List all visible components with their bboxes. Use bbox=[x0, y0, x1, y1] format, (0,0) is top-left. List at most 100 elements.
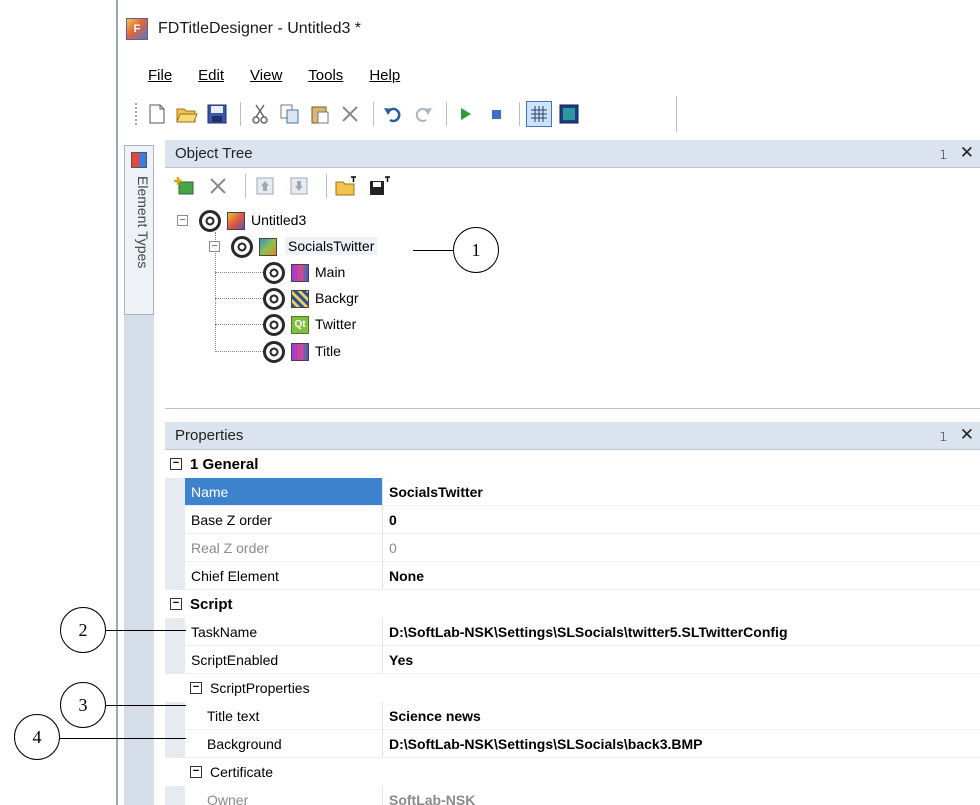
menu-file[interactable]: File bbox=[148, 67, 172, 84]
export-icon[interactable] bbox=[367, 173, 393, 199]
visibility-eye-icon[interactable] bbox=[263, 262, 285, 284]
main-toolbar bbox=[132, 96, 677, 132]
collapse-icon[interactable]: − bbox=[170, 598, 182, 610]
property-base-z-order[interactable]: Base Z order 0 bbox=[165, 506, 980, 534]
menu-help[interactable]: Help bbox=[369, 67, 400, 84]
property-real-z-order: Real Z order 0 bbox=[165, 534, 980, 562]
tree-node-socialstwitter[interactable]: SocialsTwitter bbox=[285, 237, 378, 255]
visibility-eye-icon[interactable] bbox=[263, 288, 285, 310]
collapse-toggle[interactable]: − bbox=[209, 241, 220, 252]
visibility-eye-icon[interactable] bbox=[263, 314, 285, 336]
row-gutter bbox=[165, 786, 185, 805]
toolbar-separator bbox=[245, 174, 246, 198]
property-background[interactable]: Background D:\SoftLab-NSK\Settings\SLSoc… bbox=[165, 730, 980, 758]
tree-node-untitled3[interactable]: Untitled3 bbox=[251, 212, 306, 228]
visibility-eye-icon[interactable] bbox=[199, 210, 221, 232]
object-tree-toolbar bbox=[165, 168, 980, 204]
tree-node-main[interactable]: Main bbox=[315, 264, 345, 280]
property-scriptenabled[interactable]: ScriptEnabled Yes bbox=[165, 646, 980, 674]
toolbar-grip-icon[interactable] bbox=[134, 102, 138, 126]
preview-icon[interactable] bbox=[556, 101, 582, 127]
save-icon[interactable] bbox=[204, 101, 230, 127]
property-name[interactable]: Name SocialsTwitter bbox=[165, 478, 980, 506]
property-value[interactable]: 0 bbox=[383, 506, 980, 534]
tree-node-title[interactable]: Title bbox=[315, 343, 341, 359]
project-icon bbox=[227, 212, 245, 230]
tree-node-twitter[interactable]: Twitter bbox=[315, 316, 356, 332]
property-title-text[interactable]: Title text Science news bbox=[165, 702, 980, 730]
side-rail bbox=[124, 315, 154, 805]
collapse-toggle[interactable]: − bbox=[177, 215, 188, 226]
new-icon[interactable] bbox=[144, 101, 170, 127]
property-value[interactable]: D:\SoftLab-NSK\Settings\SLSocials\twitte… bbox=[383, 618, 980, 646]
callout-1: 1 bbox=[453, 227, 499, 273]
add-element-icon[interactable] bbox=[171, 173, 197, 199]
tree-connector bbox=[215, 298, 263, 299]
collapse-icon[interactable]: − bbox=[170, 458, 182, 470]
callout-1-leader bbox=[413, 250, 453, 251]
stop-icon[interactable] bbox=[483, 101, 509, 127]
element-types-tab[interactable]: Element Types bbox=[124, 145, 154, 315]
grid-icon[interactable] bbox=[526, 101, 552, 127]
row-gutter bbox=[165, 506, 185, 534]
menu-tools[interactable]: Tools bbox=[308, 67, 343, 84]
menu-edit[interactable]: Edit bbox=[198, 67, 224, 84]
property-chief-element[interactable]: Chief Element None bbox=[165, 562, 980, 590]
visibility-eye-icon[interactable] bbox=[263, 341, 285, 363]
text-element-icon bbox=[291, 264, 309, 282]
property-label: Background bbox=[185, 730, 383, 758]
window-border bbox=[116, 0, 118, 805]
properties-header: Properties 𝟷 ✕ bbox=[165, 422, 980, 450]
row-gutter bbox=[165, 478, 185, 506]
close-icon[interactable]: ✕ bbox=[960, 425, 974, 445]
property-value[interactable]: SocialsTwitter bbox=[383, 478, 980, 506]
cut-icon[interactable] bbox=[247, 101, 273, 127]
tree-node-backgr[interactable]: Backgr bbox=[315, 290, 359, 306]
callout-3-leader bbox=[106, 705, 186, 706]
play-icon[interactable] bbox=[453, 101, 479, 127]
move-up-icon[interactable] bbox=[252, 173, 278, 199]
twitter-element-icon: Qt bbox=[291, 316, 309, 334]
move-down-icon[interactable] bbox=[286, 173, 312, 199]
property-value[interactable]: D:\SoftLab-NSK\Settings\SLSocials\back3.… bbox=[383, 730, 980, 758]
open-icon[interactable] bbox=[174, 101, 200, 127]
redo-icon[interactable] bbox=[410, 101, 436, 127]
close-icon[interactable]: ✕ bbox=[960, 143, 974, 163]
delete-icon[interactable] bbox=[337, 101, 363, 127]
toolbar-separator bbox=[446, 102, 447, 126]
toolbar-separator bbox=[373, 102, 374, 126]
import-icon[interactable] bbox=[333, 173, 359, 199]
socials-icon bbox=[259, 238, 277, 256]
property-value[interactable]: Science news bbox=[383, 702, 980, 730]
pin-icon[interactable]: 𝟷 bbox=[939, 428, 948, 445]
app-icon: F bbox=[126, 18, 148, 40]
category-general[interactable]: − 1 General bbox=[165, 450, 980, 478]
window-title: FDTitleDesigner - Untitled3 * bbox=[158, 20, 362, 37]
category-certificate[interactable]: − Certificate bbox=[185, 758, 980, 786]
copy-icon[interactable] bbox=[277, 101, 303, 127]
remove-element-icon[interactable] bbox=[205, 173, 231, 199]
property-label: Name bbox=[185, 478, 383, 506]
menu-view[interactable]: View bbox=[250, 67, 282, 84]
row-gutter bbox=[165, 646, 185, 674]
toolbar-separator bbox=[519, 102, 520, 126]
category-label: ScriptProperties bbox=[210, 680, 310, 696]
property-taskname[interactable]: TaskName D:\SoftLab-NSK\Settings\SLSocia… bbox=[165, 618, 980, 646]
pin-icon[interactable]: 𝟷 bbox=[939, 146, 948, 163]
collapse-icon[interactable]: − bbox=[190, 682, 202, 694]
properties-title: Properties bbox=[175, 427, 244, 444]
visibility-eye-icon[interactable] bbox=[231, 236, 253, 258]
row-gutter bbox=[165, 702, 185, 730]
paste-icon[interactable] bbox=[307, 101, 333, 127]
property-label: ScriptEnabled bbox=[185, 646, 383, 674]
category-label: 1 General bbox=[190, 455, 259, 473]
category-scriptproperties[interactable]: − ScriptProperties bbox=[185, 674, 980, 702]
property-value[interactable]: None bbox=[383, 562, 980, 590]
row-gutter bbox=[165, 562, 185, 590]
category-script[interactable]: − Script bbox=[165, 590, 980, 618]
collapse-icon[interactable]: − bbox=[190, 766, 202, 778]
object-tree: − Untitled3 − SocialsTwitter Main Backgr… bbox=[165, 204, 980, 409]
property-value[interactable]: Yes bbox=[383, 646, 980, 674]
undo-icon[interactable] bbox=[380, 101, 406, 127]
toolbar-separator bbox=[240, 102, 241, 126]
